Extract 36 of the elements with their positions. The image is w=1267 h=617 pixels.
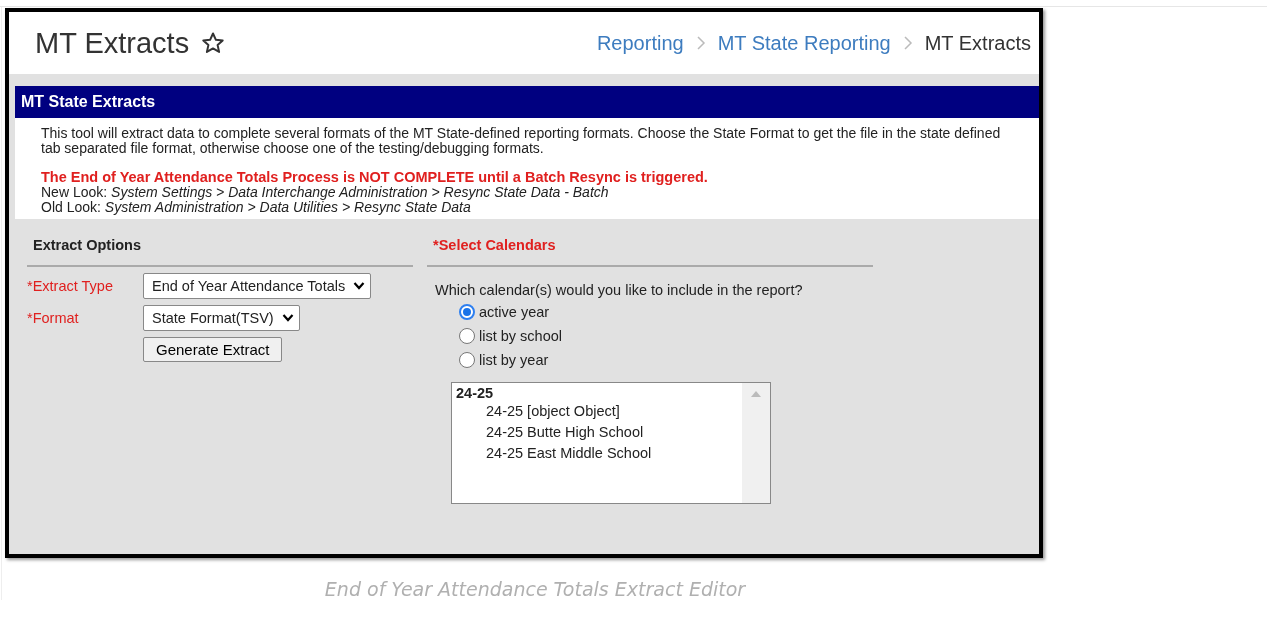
breadcrumb-link[interactable]: Reporting <box>596 31 684 55</box>
radio-button[interactable] <box>459 304 475 320</box>
section-heading: *Select Calendars <box>427 237 873 267</box>
warning-text: The End of Year Attendance Totals Process is NOT COMPLETE until a Batch Resync is triggered. <box>41 170 709 185</box>
list-item[interactable]: 24-25 East Middle School <box>456 443 738 464</box>
radio-label: list by school <box>479 328 562 344</box>
path-text: New Look: System Settings > Data Interchange Administration > Resync State Data - Batch <box>41 185 609 200</box>
dropdown[interactable]: End of Year Attendance Totals <box>143 273 372 299</box>
radio-label: active year <box>479 304 550 320</box>
field-label: *Format <box>27 310 80 326</box>
calendar-listbox[interactable]: 24-25 24-25 [object Object] 24-25 Butte High School 24-25 East Middle School <box>451 382 771 504</box>
description-text: This tool will extract data to complete several formats of the MT State-defined reporting formats. Choose the State Format to get the file in the state defined tab separated file format, otherwise choose one of the testing/debugging formats. <box>41 126 1002 156</box>
caret-icon <box>353 281 366 291</box>
generate-button[interactable]: Generate Extract <box>143 337 283 362</box>
path-text: Old Look: System Administration > Data Utilities > Resync State Data <box>41 200 471 215</box>
chevron-icon <box>902 35 913 51</box>
chevron-icon <box>695 35 706 51</box>
image-caption: End of Year Attendance Totals Extract Editor <box>323 578 747 600</box>
star-icon[interactable] <box>201 31 226 55</box>
field-label: *Extract Type <box>27 278 114 294</box>
dropdown[interactable]: State Format(TSV) <box>143 305 300 331</box>
breadcrumb-link[interactable]: MT State Reporting <box>717 31 891 55</box>
section-heading: Extract Options <box>27 237 413 267</box>
breadcrumb-current: MT Extracts <box>924 31 1031 55</box>
radio-button[interactable] <box>459 352 475 368</box>
list-item[interactable]: 24-25 Butte High School <box>456 422 738 443</box>
list-group-label: 24-25 <box>456 385 495 401</box>
page-title: MT Extracts <box>35 26 190 60</box>
caret-icon <box>281 313 294 323</box>
radio-button[interactable] <box>459 328 475 344</box>
up-arrow-icon <box>751 391 761 397</box>
panel-title: MT State Extracts <box>15 86 1039 118</box>
list-item[interactable]: 24-25 [object Object] <box>456 401 738 422</box>
scrollbar[interactable] <box>742 383 770 503</box>
question-text: Which calendar(s) would you like to include in the report? <box>435 282 804 298</box>
radio-label: list by year <box>479 352 549 368</box>
